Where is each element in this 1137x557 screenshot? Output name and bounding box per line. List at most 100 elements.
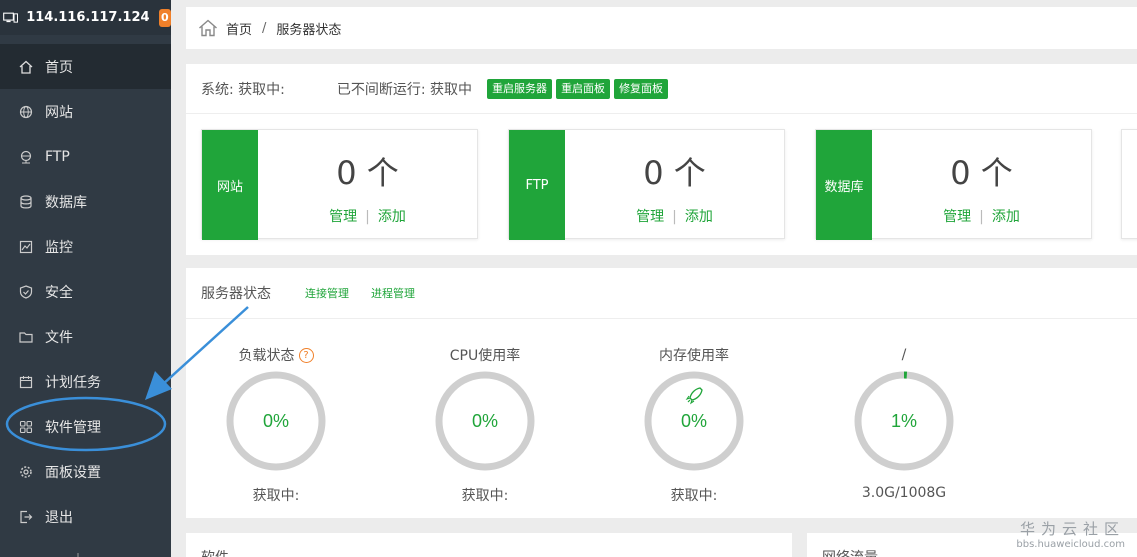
sidebar-item-label: 面板设置 — [45, 464, 101, 481]
database-card: 数据库 0 个 管理 | 添加 — [815, 129, 1092, 240]
ftp-card: FTP 0 个 管理 | 添加 — [508, 129, 785, 240]
disk-ring: 1% — [854, 371, 954, 471]
watermark-url: bbs.huaweicloud.com — [1016, 539, 1125, 550]
sidebar-item-database[interactable]: 数据库 — [0, 179, 171, 224]
restart-panel-button[interactable]: 重启面板 — [556, 78, 611, 99]
sidebar-item-logout[interactable]: 退出 — [0, 494, 171, 539]
cpu-gauge[interactable]: CPU使用率 0% 获取中: — [415, 345, 555, 505]
gauge-title-text: CPU使用率 — [449, 348, 521, 364]
gauge-footer: 获取中: — [461, 488, 509, 504]
manage-link[interactable]: 管理 — [636, 209, 664, 225]
load-gauge[interactable]: 负载状态? 0% 获取中: — [206, 345, 346, 505]
sidebar-item-label: 文件 — [45, 329, 73, 346]
gauge-title-text: 内存使用率 — [659, 348, 729, 364]
memory-gauge[interactable]: 内存使用率 0% 获取中: — [624, 345, 764, 505]
add-link[interactable]: 添加 — [378, 209, 406, 225]
card-links: 管理 | 添加 — [872, 206, 1091, 226]
cpu-ring: 0% — [435, 371, 535, 471]
sidebar-item-ftp[interactable]: FTP — [0, 134, 171, 179]
server-header: 114.116.117.124 0 — [0, 0, 171, 35]
memory-ring: 0% — [644, 371, 744, 471]
help-icon[interactable]: ? — [298, 347, 314, 363]
watermark-title: 华为云社区 — [1019, 520, 1125, 538]
card-links: 管理 | 添加 — [565, 206, 784, 226]
status-header: 服务器状态 连接管理 进程管理 — [186, 268, 1137, 319]
folder-icon — [19, 331, 33, 343]
sidebar-item-files[interactable]: 文件 — [0, 314, 171, 359]
gear-icon — [20, 465, 32, 478]
system-text: 系统: 获取中: — [201, 81, 285, 98]
home-icon — [19, 60, 33, 74]
add-link[interactable]: 添加 — [685, 209, 713, 225]
sidebar-item-label: 首页 — [45, 59, 73, 76]
server-ip: 114.116.117.124 — [26, 10, 150, 25]
gauge-title-text: 负载状态 — [238, 348, 295, 364]
manage-link[interactable]: 管理 — [943, 209, 971, 225]
sidebar-expand-icon[interactable] — [71, 553, 85, 557]
gauge-footer: 获取中: — [252, 488, 300, 504]
database-icon — [20, 194, 32, 208]
partial-card — [1121, 129, 1137, 239]
notification-badge[interactable]: 0 — [158, 8, 171, 27]
software-panel: 软件 — [186, 533, 792, 557]
sidebar-item-settings[interactable]: 面板设置 — [0, 449, 171, 494]
network-panel-title: 网络流量 — [822, 547, 878, 557]
card-count: 0 个 — [643, 154, 706, 192]
website-card: 网站 0 个 管理 | 添加 — [201, 129, 478, 240]
gauge-title: / — [834, 345, 974, 365]
gauge-value: 0% — [681, 411, 707, 431]
breadcrumb-current: 服务器状态 — [276, 22, 342, 38]
gauge-title-text: / — [901, 347, 907, 363]
logout-icon — [20, 510, 33, 523]
grid-icon — [19, 420, 33, 433]
manage-link[interactable]: 管理 — [329, 209, 357, 225]
rocket-icon[interactable] — [685, 387, 703, 405]
shield-icon — [19, 284, 33, 299]
gauge-title: CPU使用率 — [415, 345, 555, 365]
server-status-panel: 服务器状态 连接管理 进程管理 负载状态? 0% 获取中: CPU使用率 0% … — [186, 268, 1137, 518]
breadcrumb-separator: / — [262, 20, 267, 36]
card-tag: FTP — [509, 130, 565, 240]
software-panel-title: 软件 — [201, 547, 229, 557]
restart-server-button[interactable]: 重启服务器 — [487, 78, 553, 99]
card-tag: 数据库 — [816, 130, 872, 240]
gauge-footer: 3.0G/1008G — [861, 485, 947, 501]
card-tag: 网站 — [202, 130, 258, 240]
gauge-value: 1% — [891, 411, 917, 431]
system-info-row: 系统: 获取中: 已不间断运行: 获取中 重启服务器 重启面板 修复面板 — [186, 64, 1137, 114]
sidebar-item-label: 安全 — [45, 284, 73, 301]
sidebar-item-label: FTP — [45, 148, 70, 165]
gauge-title: 负载状态? — [206, 345, 346, 365]
status-title: 服务器状态 — [201, 286, 271, 302]
sidebar-item-software[interactable]: 软件管理 — [0, 404, 171, 449]
link-separator: | — [672, 209, 677, 225]
repair-panel-button[interactable]: 修复面板 — [614, 78, 669, 99]
sidebar-item-label: 计划任务 — [45, 374, 101, 391]
network-icon — [20, 150, 32, 163]
sidebar-item-monitor[interactable]: 监控 — [0, 224, 171, 269]
gauge-value: 0% — [472, 411, 498, 431]
sidebar-item-website[interactable]: 网站 — [0, 89, 171, 134]
gauge-title: 内存使用率 — [624, 345, 764, 365]
home-icon[interactable] — [198, 19, 218, 37]
sidebar: 114.116.117.124 0 首页 网站 FTP 数据库 监控 安全 文件… — [0, 0, 171, 557]
sidebar-item-security[interactable]: 安全 — [0, 269, 171, 314]
sidebar-item-label: 退出 — [45, 509, 73, 526]
link-separator: | — [365, 209, 370, 225]
uptime-text: 已不间断运行: 获取中 — [336, 81, 473, 98]
connection-manage-link[interactable]: 连接管理 — [305, 285, 349, 301]
sidebar-menu: 首页 网站 FTP 数据库 监控 安全 文件 计划任务 软件管理 面板设置 退出 — [0, 44, 171, 539]
add-link[interactable]: 添加 — [992, 209, 1020, 225]
disk-gauge[interactable]: / 1% 3.0G/1008G — [834, 345, 974, 501]
globe-icon — [19, 105, 33, 118]
sidebar-item-label: 网站 — [45, 104, 73, 121]
sidebar-item-label: 软件管理 — [45, 419, 101, 436]
breadcrumb: 首页 / 服务器状态 — [186, 7, 1137, 49]
sidebar-item-home[interactable]: 首页 — [0, 44, 171, 89]
computer-icon — [3, 12, 18, 23]
process-manage-link[interactable]: 进程管理 — [371, 285, 415, 301]
breadcrumb-home[interactable]: 首页 — [226, 19, 252, 38]
monitor-icon — [19, 240, 33, 253]
load-ring: 0% — [226, 371, 326, 471]
sidebar-item-cron[interactable]: 计划任务 — [0, 359, 171, 404]
